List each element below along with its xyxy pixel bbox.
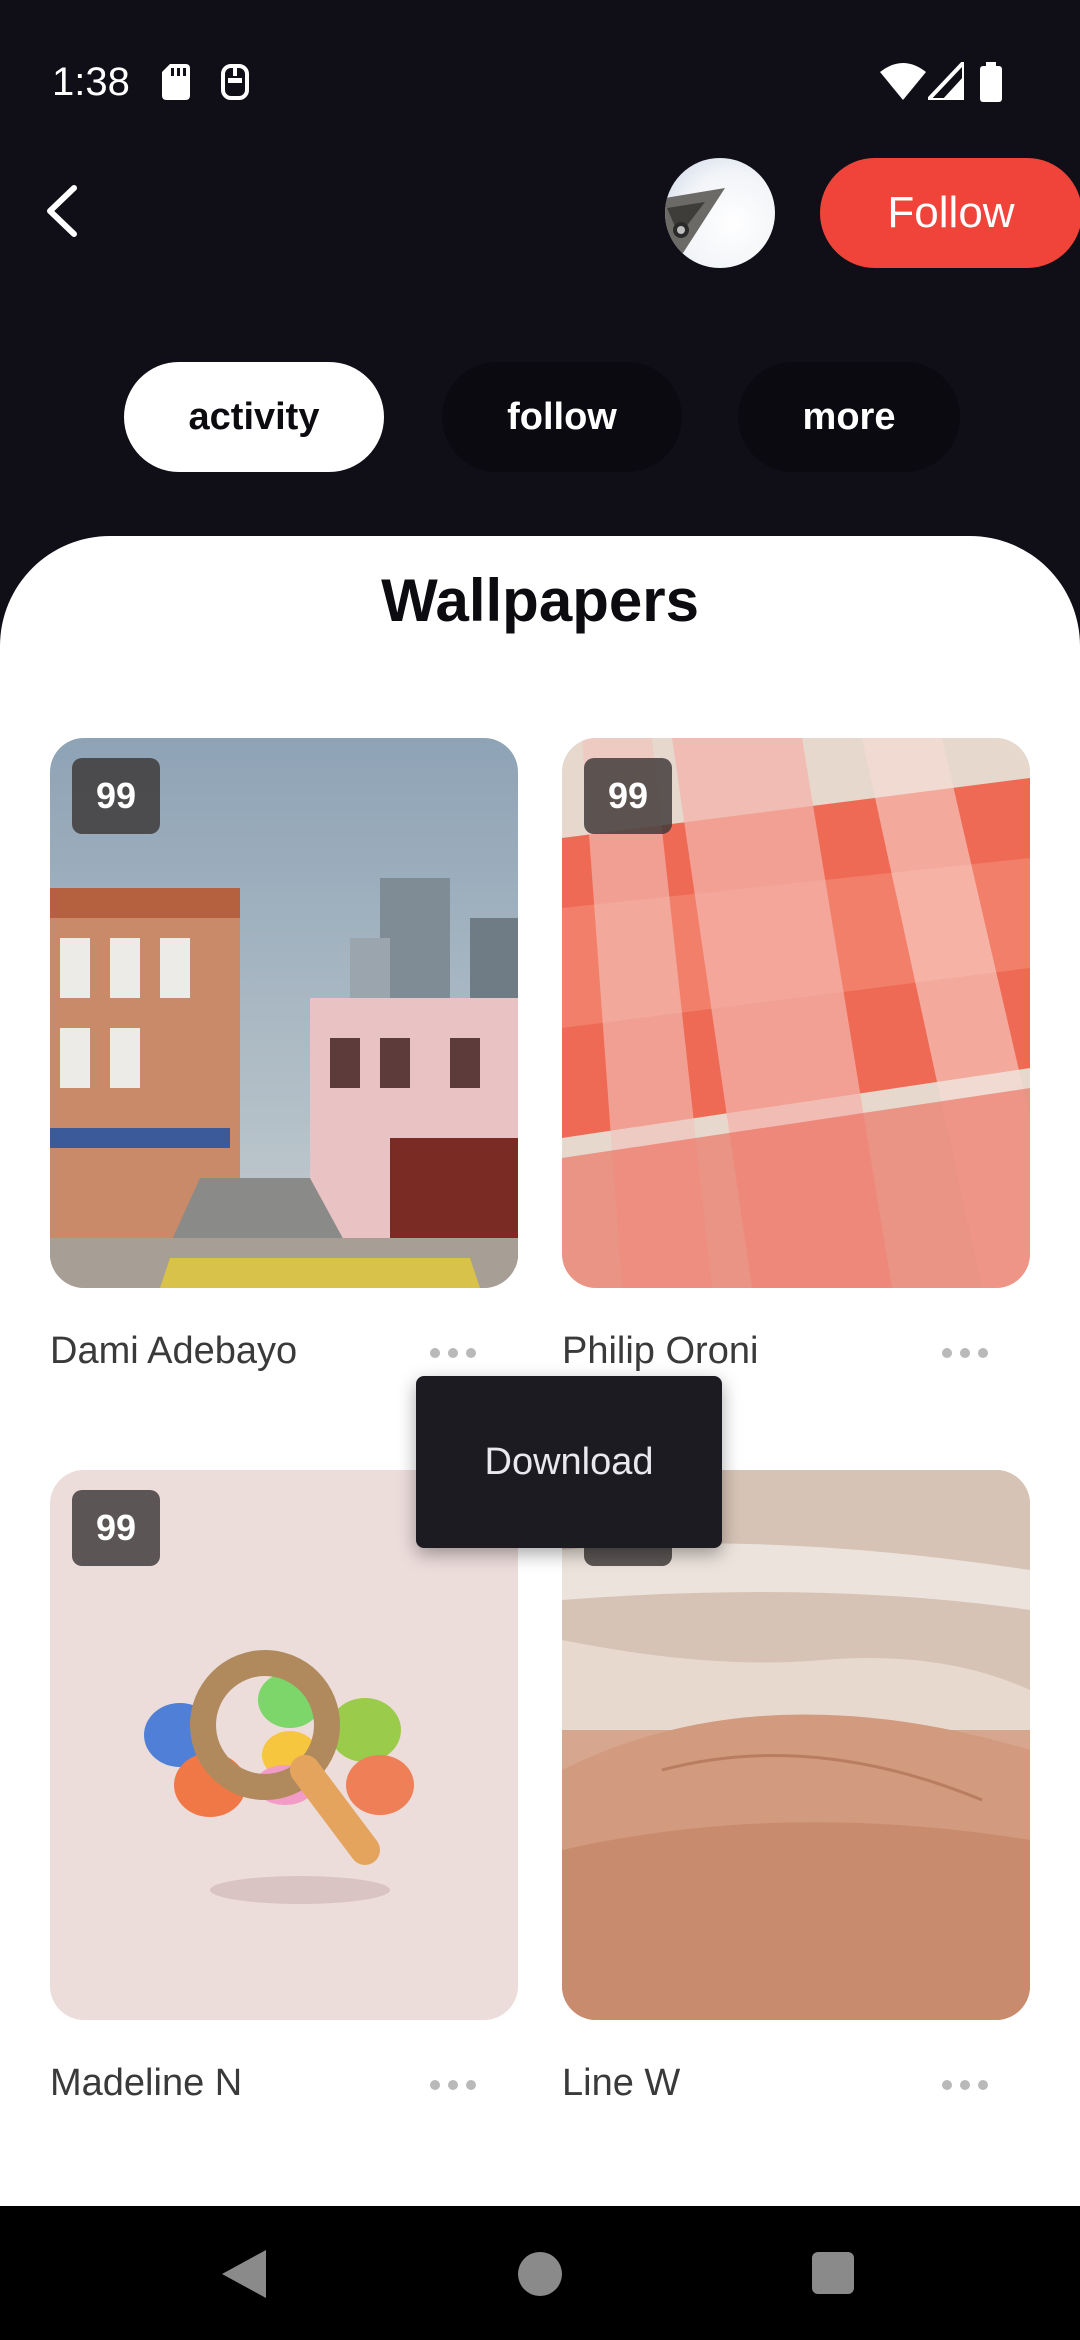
- wallpaper-card-image[interactable]: 99: [50, 1470, 518, 2020]
- more-options-icon[interactable]: [942, 2074, 996, 2096]
- tab-activity[interactable]: activity: [124, 362, 384, 472]
- avatar[interactable]: [665, 158, 775, 268]
- wallpaper-card-image[interactable]: 99: [562, 1470, 1030, 2020]
- wallpaper-card-image[interactable]: 99: [562, 738, 1030, 1288]
- count-badge: 99: [584, 758, 672, 834]
- nav-home-icon[interactable]: [518, 2252, 562, 2296]
- tab-follow[interactable]: follow: [442, 362, 682, 472]
- more-options-icon[interactable]: [430, 2074, 484, 2096]
- author-name[interactable]: Dami Adebayo: [50, 1330, 297, 1373]
- follow-button[interactable]: Follow: [820, 158, 1080, 268]
- author-name[interactable]: Madeline N: [50, 2062, 242, 2105]
- signal-icon: [928, 62, 964, 100]
- count-badge: 99: [72, 1490, 160, 1566]
- battery-icon: [980, 62, 1002, 102]
- back-button[interactable]: [34, 180, 96, 242]
- count-badge: 99: [72, 758, 160, 834]
- download-menu-item[interactable]: Download: [416, 1376, 722, 1548]
- section-title: Wallpapers: [381, 567, 699, 634]
- author-name[interactable]: Philip Oroni: [562, 1330, 758, 1373]
- tab-more[interactable]: more: [738, 362, 960, 472]
- sd-card-icon: [162, 64, 190, 100]
- nav-back-icon[interactable]: [222, 2250, 266, 2298]
- wifi-icon: [880, 63, 926, 100]
- more-options-icon[interactable]: [430, 1342, 484, 1364]
- more-options-icon[interactable]: [942, 1342, 996, 1364]
- wallpaper-card-image[interactable]: 99: [50, 738, 518, 1288]
- sim-icon: [221, 64, 249, 100]
- status-bar: 1:38: [0, 0, 1080, 150]
- author-name[interactable]: Line W: [562, 2062, 680, 2105]
- nav-recents-icon[interactable]: [812, 2252, 854, 2294]
- status-time: 1:38: [52, 60, 130, 104]
- avatar-image: [665, 188, 725, 253]
